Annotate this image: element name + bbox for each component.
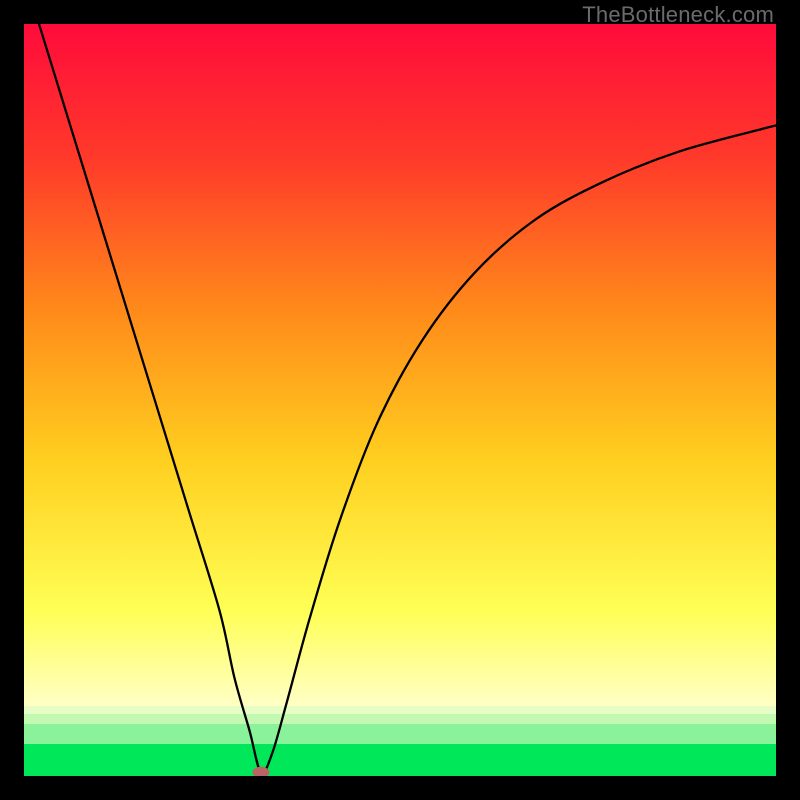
chart-frame	[24, 24, 776, 776]
green-band-base	[24, 744, 776, 776]
gradient-background	[24, 24, 776, 776]
green-band-3	[24, 706, 776, 714]
watermark-text: TheBottleneck.com	[582, 2, 774, 28]
chart-svg	[24, 24, 776, 776]
green-band-1	[24, 724, 776, 744]
green-band-2	[24, 714, 776, 724]
